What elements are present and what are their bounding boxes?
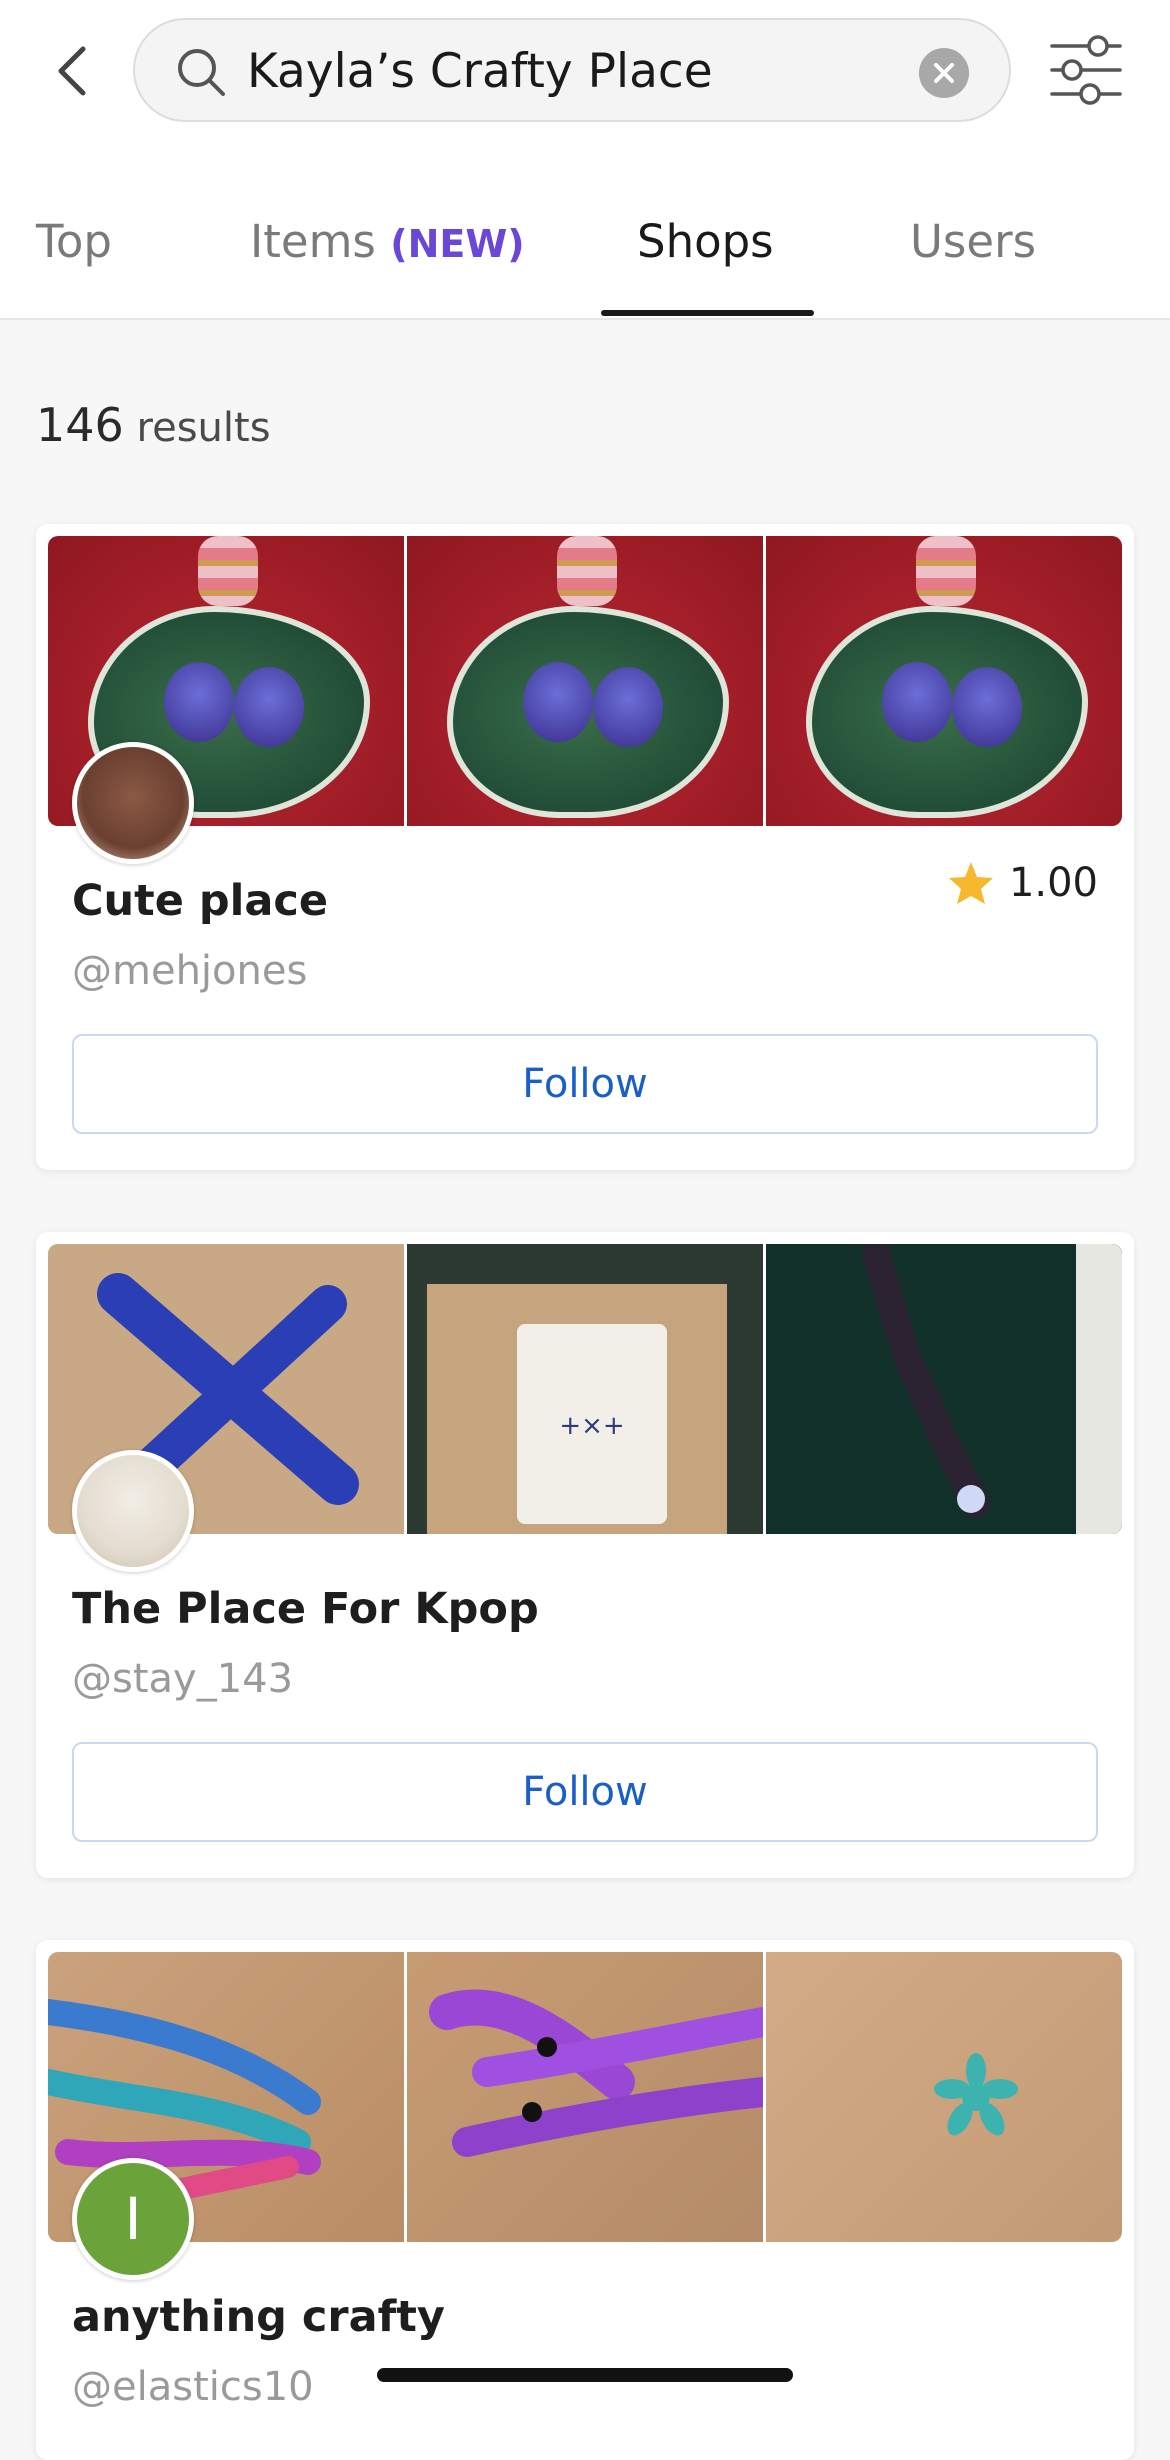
brooch-eye: [234, 667, 304, 747]
brooch-eye: [593, 667, 663, 747]
follow-button[interactable]: Follow: [72, 1034, 1098, 1134]
shop-photo[interactable]: [766, 1244, 1122, 1534]
brooch-image: [447, 606, 729, 818]
filter-button[interactable]: [1048, 32, 1124, 108]
avatar[interactable]: [72, 1450, 194, 1572]
shop-name[interactable]: anything crafty: [72, 2292, 445, 2342]
tab-items-label: Items: [250, 215, 376, 268]
search-input[interactable]: Kayla’s Crafty Place: [133, 18, 1011, 122]
search-tabs: Top Items (NEW) Shops Users: [0, 162, 1170, 320]
home-indicator: [377, 2368, 793, 2382]
avatar[interactable]: I: [72, 2158, 194, 2280]
results-number: 146: [36, 398, 124, 452]
shop-rating: 1.00: [947, 860, 1098, 906]
album-card-art: +×+: [407, 1244, 763, 1534]
clear-search-button[interactable]: [919, 48, 969, 98]
poster-art: [766, 1244, 1122, 1534]
shop-name[interactable]: Cute place: [72, 876, 328, 926]
beads-decoration: [557, 536, 617, 606]
brooch-eye: [523, 662, 593, 742]
results-label: results: [136, 405, 271, 451]
shop-card[interactable]: +×+ The Place For Kpop @stay_143 Follow: [36, 1232, 1134, 1878]
shop-name[interactable]: The Place For Kpop: [72, 1584, 539, 1634]
shop-photo[interactable]: +×+: [407, 1244, 763, 1534]
shop-photos[interactable]: [48, 1952, 1122, 2242]
clear-icon: [934, 63, 954, 83]
search-icon: [178, 49, 225, 96]
tab-shops-label: Shops: [637, 215, 774, 268]
shop-photo[interactable]: [407, 536, 763, 826]
brooch-eye: [952, 667, 1022, 747]
svg-text:+×+: +×+: [559, 1411, 624, 1441]
follow-button[interactable]: Follow: [72, 1742, 1098, 1842]
shop-card[interactable]: I anything crafty @elastics10: [36, 1940, 1134, 2460]
brooch-eye: [882, 662, 952, 742]
shop-handle: @stay_143: [72, 1656, 294, 1702]
avatar[interactable]: [72, 742, 194, 864]
filter-sliders-icon: [1050, 35, 1122, 105]
shop-photo[interactable]: [407, 1952, 763, 2242]
shop-photo[interactable]: [766, 536, 1122, 826]
tab-top-label: Top: [36, 215, 112, 268]
tab-items[interactable]: Items (NEW): [250, 212, 525, 274]
beads-decoration: [916, 536, 976, 606]
new-badge: (NEW): [390, 222, 525, 266]
star-icon: [948, 862, 993, 904]
tab-top[interactable]: Top: [36, 212, 112, 272]
shop-photo[interactable]: [766, 1952, 1122, 2242]
avatar-initial: I: [124, 2185, 142, 2253]
bracelet-art: [429, 1989, 763, 2157]
chevron-left-icon: [58, 46, 86, 96]
back-button[interactable]: [42, 28, 102, 114]
shop-photos[interactable]: +×+: [48, 1244, 1122, 1534]
shop-handle: @elastics10: [72, 2364, 314, 2410]
results-count: 146 results: [36, 398, 271, 452]
tab-users[interactable]: Users: [910, 212, 1036, 272]
shop-handle: @mehjones: [72, 948, 308, 994]
shop-photos[interactable]: [48, 536, 1122, 826]
rating-value: 1.00: [1008, 860, 1098, 906]
beads-decoration: [198, 536, 258, 606]
brooch-eye: [164, 662, 234, 742]
tab-shops[interactable]: Shops: [637, 212, 774, 272]
search-header: Kayla’s Crafty Place: [0, 0, 1170, 164]
charm-art: [934, 2053, 1018, 2136]
active-tab-indicator: [601, 310, 814, 316]
tab-users-label: Users: [910, 215, 1037, 268]
shop-card[interactable]: Cute place 1.00 @mehjones Follow: [36, 524, 1134, 1170]
brooch-image: [806, 606, 1088, 818]
search-query-text: Kayla’s Crafty Place: [247, 44, 713, 99]
